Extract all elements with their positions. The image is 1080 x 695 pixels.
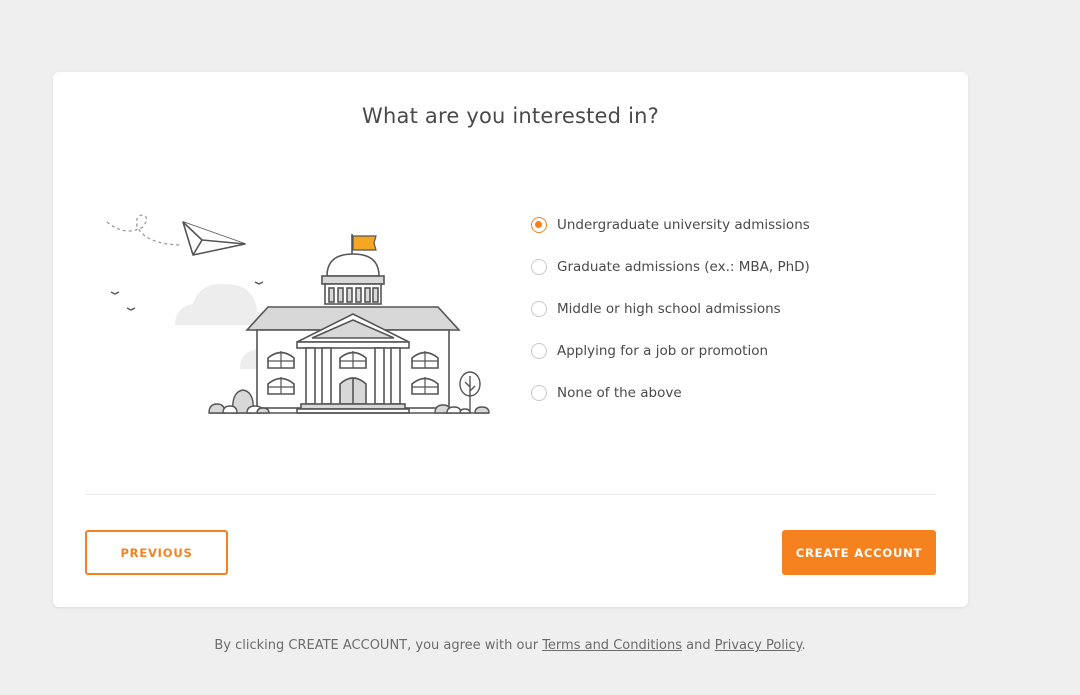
privacy-link[interactable]: Privacy Policy bbox=[715, 638, 802, 653]
previous-button[interactable]: PREVIOUS bbox=[85, 530, 228, 575]
option-label: None of the above bbox=[557, 385, 682, 401]
option-label: Applying for a job or promotion bbox=[557, 343, 769, 359]
option-graduate[interactable]: Graduate admissions (ex.: MBA, PhD) bbox=[531, 246, 911, 288]
flag-icon bbox=[351, 234, 377, 256]
divider bbox=[85, 494, 936, 495]
dome bbox=[321, 253, 385, 305]
building bbox=[245, 306, 461, 414]
interest-options: Undergraduate university admissions Grad… bbox=[531, 204, 911, 414]
terms-notice-and: and bbox=[682, 638, 715, 653]
radio-button[interactable] bbox=[531, 259, 547, 275]
option-label: Graduate admissions (ex.: MBA, PhD) bbox=[557, 259, 810, 275]
page-title: What are you interested in? bbox=[362, 104, 659, 128]
plane-trail bbox=[106, 214, 181, 246]
radio-button[interactable] bbox=[531, 385, 547, 401]
option-undergraduate[interactable]: Undergraduate university admissions bbox=[531, 204, 911, 246]
terms-notice-prefix: By clicking CREATE ACCOUNT, you agree wi… bbox=[214, 638, 543, 653]
option-label: Middle or high school admissions bbox=[557, 301, 781, 317]
radio-button[interactable] bbox=[531, 343, 547, 359]
option-job-promotion[interactable]: Applying for a job or promotion bbox=[531, 330, 911, 372]
paper-plane-icon bbox=[182, 221, 246, 256]
radio-button[interactable] bbox=[531, 301, 547, 317]
school-building-illustration bbox=[106, 214, 490, 414]
terms-link[interactable]: Terms and Conditions bbox=[542, 638, 682, 653]
option-label: Undergraduate university admissions bbox=[557, 217, 810, 233]
option-none[interactable]: None of the above bbox=[531, 372, 911, 414]
terms-notice: By clicking CREATE ACCOUNT, you agree wi… bbox=[0, 638, 1020, 653]
radio-button-selected[interactable] bbox=[531, 217, 547, 233]
option-middle-high-school[interactable]: Middle or high school admissions bbox=[531, 288, 911, 330]
create-account-button[interactable]: CREATE ACCOUNT bbox=[782, 530, 936, 575]
terms-notice-suffix: . bbox=[801, 638, 806, 653]
signup-card: What are you interested in? Undergraduat… bbox=[53, 72, 968, 607]
